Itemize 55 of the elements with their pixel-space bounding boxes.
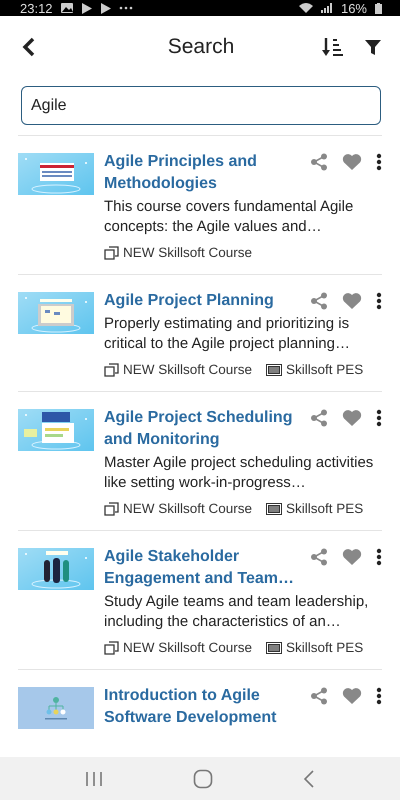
list-icon [266, 364, 282, 376]
course-title[interactable]: Agile Principles and Methodologies [104, 151, 310, 195]
share-button[interactable] [310, 548, 328, 566]
list-icon [266, 502, 282, 514]
tag-label: NEW Skillsoft Course [123, 362, 252, 377]
favorite-button[interactable] [342, 687, 362, 705]
tag-label: NEW Skillsoft Course [123, 501, 252, 516]
more-options-button[interactable] [376, 687, 382, 705]
sort-button[interactable] [322, 36, 344, 58]
play-icon [80, 2, 92, 14]
copy-icon [104, 362, 119, 376]
more-options-button[interactable] [376, 409, 382, 427]
list-icon [266, 642, 282, 654]
battery-percent: 16% [340, 0, 367, 16]
clock-time: 23:12 [20, 0, 53, 16]
share-button[interactable] [310, 409, 328, 427]
share-button[interactable] [310, 292, 328, 310]
back-nav-button[interactable] [303, 770, 315, 788]
recent-apps-button[interactable] [85, 770, 103, 786]
copy-icon [104, 246, 119, 260]
battery-icon [375, 2, 382, 14]
tag-label: Skillsoft PES [286, 640, 364, 655]
search-field[interactable]: Agile [21, 86, 381, 125]
page-title: Search [166, 35, 236, 59]
tag-label: Skillsoft PES [286, 362, 364, 377]
favorite-button[interactable] [342, 548, 362, 566]
image-icon [60, 3, 73, 13]
favorite-button[interactable] [342, 292, 362, 310]
course-title[interactable]: Introduction to Agile Software Development [104, 685, 310, 729]
course-description: Study Agile teams and team leadership, including the characteristics of an… [104, 592, 370, 632]
home-button[interactable] [193, 768, 213, 788]
tag-label: Skillsoft PES [286, 501, 364, 516]
tag-label: NEW Skillsoft Course [123, 245, 252, 260]
more-options-button[interactable] [376, 548, 382, 566]
tag-label: NEW Skillsoft Course [123, 640, 252, 655]
favorite-button[interactable] [342, 409, 362, 427]
share-button[interactable] [310, 153, 328, 171]
course-description: Properly estimating and prioritizing is critical to the Agile project planning… [104, 314, 351, 354]
filter-button[interactable] [364, 38, 382, 56]
play-icon [100, 2, 111, 14]
wifi-icon [298, 3, 313, 13]
favorite-button[interactable] [342, 153, 362, 171]
course-description: Master Agile project scheduling activities like setting work-in-progress… [104, 453, 374, 493]
course-description: This course covers fundamental Agile concepts: the Agile values and… [104, 197, 354, 237]
copy-icon [104, 502, 119, 516]
signal-icon [320, 3, 333, 13]
course-title[interactable]: Agile Project Planning [104, 290, 310, 312]
more-options-button[interactable] [376, 292, 382, 310]
back-button[interactable] [22, 37, 36, 57]
course-title[interactable]: Agile Stakeholder Engagement and Team… [104, 546, 310, 590]
copy-icon [104, 640, 119, 654]
course-title[interactable]: Agile Project Scheduling and Monitoring [104, 407, 310, 451]
more-icon [118, 6, 133, 10]
share-button[interactable] [310, 687, 328, 705]
more-options-button[interactable] [376, 153, 382, 171]
